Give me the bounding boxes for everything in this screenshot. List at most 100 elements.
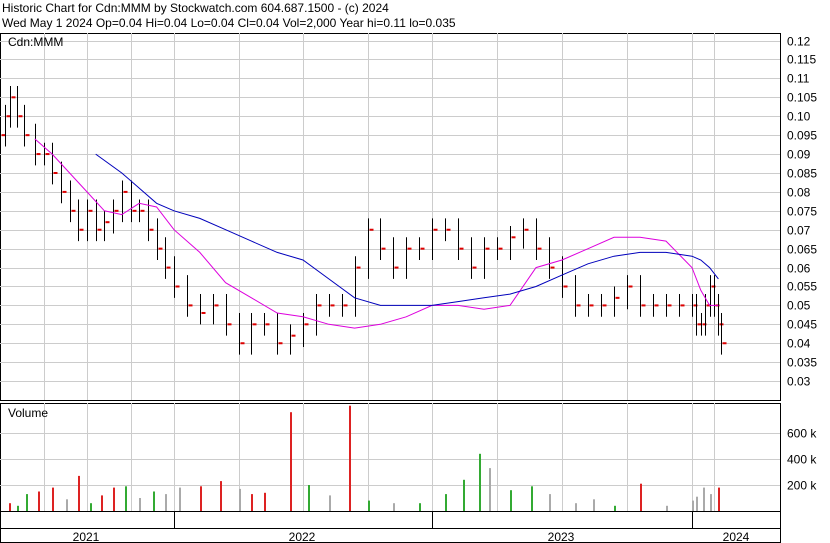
price-close-mark xyxy=(304,323,309,326)
price-tick-label: 0.075 xyxy=(787,205,817,219)
price-tick-label: 0.12 xyxy=(787,35,811,49)
volume-bar xyxy=(290,412,292,511)
volume-bar xyxy=(179,487,181,511)
volume-bar xyxy=(38,491,40,511)
price-close-mark xyxy=(576,304,581,307)
price-close-mark xyxy=(6,115,11,118)
price-close-mark xyxy=(722,342,727,345)
volume-bar xyxy=(718,487,720,511)
volume-bar xyxy=(614,505,616,511)
volume-bar xyxy=(368,500,370,511)
volume-bar xyxy=(531,486,533,511)
volume-bar xyxy=(153,491,155,511)
price-panel: 0.12 0.115 0.11 0.105 0.10 0.095 0.09 0.085 0.08… xyxy=(0,33,817,401)
price-close-mark xyxy=(356,266,361,269)
volume-bar xyxy=(308,485,310,511)
volume-bar xyxy=(703,487,705,511)
price-close-mark xyxy=(36,153,41,156)
volume-bar xyxy=(264,492,266,511)
price-close-mark xyxy=(589,304,594,307)
volume-bar xyxy=(489,468,491,511)
price-close-mark xyxy=(227,323,232,326)
year-label: 2023 xyxy=(548,530,575,543)
price-close-mark xyxy=(201,311,206,314)
volume-bar xyxy=(17,505,19,511)
price-close-mark xyxy=(265,323,270,326)
price-close-mark xyxy=(71,209,76,212)
price-close-mark xyxy=(291,334,296,337)
volume-bar xyxy=(640,483,642,511)
volume-bar xyxy=(101,495,103,511)
price-close-mark xyxy=(79,228,84,231)
volume-bar xyxy=(90,503,92,511)
volume-tick-label: 600 k xyxy=(787,427,817,441)
volume-bar xyxy=(26,494,28,511)
price-close-mark xyxy=(158,247,163,250)
price-close-mark xyxy=(278,342,283,345)
price-tick-label: 0.03 xyxy=(787,375,811,389)
year-label: 2022 xyxy=(289,530,316,543)
volume-bar xyxy=(78,475,80,511)
price-tick-label: 0.085 xyxy=(787,167,817,181)
price-close-mark xyxy=(188,304,193,307)
price-close-mark xyxy=(485,247,490,250)
volume-bar xyxy=(329,495,331,511)
volume-bar xyxy=(549,494,551,511)
price-tick-label: 0.11 xyxy=(787,72,810,86)
price-close-mark xyxy=(433,228,438,231)
price-tick-label: 0.065 xyxy=(787,243,817,257)
price-tick-label: 0.06 xyxy=(787,262,811,276)
price-close-mark xyxy=(369,228,374,231)
price-tick-label: 0.05 xyxy=(787,299,811,313)
price-tick-label: 0.105 xyxy=(787,91,817,105)
volume-panel-title: Volume xyxy=(8,406,48,420)
price-panel-title: Cdn:MMM xyxy=(8,35,63,49)
volume-bar xyxy=(445,494,447,511)
price-tick-label: 0.10 xyxy=(787,110,811,124)
price-close-mark xyxy=(45,153,50,156)
price-close-mark xyxy=(537,247,542,250)
price-close-mark xyxy=(680,304,685,307)
volume-bar xyxy=(52,487,54,511)
volume-tick-label: 200 k xyxy=(787,479,817,493)
price-close-mark xyxy=(420,247,425,250)
price-close-mark xyxy=(140,209,145,212)
year-label: 2021 xyxy=(73,530,100,543)
volume-bar xyxy=(696,496,698,511)
price-close-mark xyxy=(114,209,119,212)
price-close-mark xyxy=(166,266,171,269)
price-close-mark xyxy=(132,209,137,212)
price-close-mark xyxy=(317,304,322,307)
volume-bar xyxy=(113,487,115,511)
price-tick-label: 0.115 xyxy=(787,53,816,67)
price-close-mark xyxy=(498,247,503,250)
price-close-mark xyxy=(25,134,30,137)
stock-chart: 0.12 0.115 0.11 0.105 0.10 0.095 0.09 0.085 0.08… xyxy=(0,33,817,543)
price-close-mark xyxy=(550,266,555,269)
volume-bar xyxy=(9,503,11,511)
volume-panel: 600 k 400 k 200 k Volume xyxy=(0,403,817,512)
price-close-mark xyxy=(654,304,659,307)
price-close-mark xyxy=(343,304,348,307)
price-close-mark xyxy=(149,228,154,231)
volume-bar xyxy=(125,486,127,511)
year-axis-frame xyxy=(0,511,781,543)
price-tick-label: 0.035 xyxy=(787,356,817,370)
price-close-mark xyxy=(563,285,568,288)
volume-bar xyxy=(349,405,351,511)
price-close-mark xyxy=(240,342,245,345)
price-close-mark xyxy=(97,228,102,231)
price-close-mark xyxy=(11,96,16,99)
volume-bar xyxy=(666,505,668,511)
price-tick-label: 0.055 xyxy=(787,280,817,294)
volume-bar xyxy=(710,494,712,511)
price-close-mark xyxy=(252,323,257,326)
volume-bar xyxy=(593,499,595,511)
volume-bar xyxy=(393,503,395,511)
price-close-mark xyxy=(459,247,464,250)
price-close-mark xyxy=(394,266,399,269)
volume-bar xyxy=(220,481,222,511)
price-close-mark xyxy=(407,247,412,250)
volume-bar xyxy=(165,494,167,511)
price-tick-label: 0.04 xyxy=(787,337,811,351)
